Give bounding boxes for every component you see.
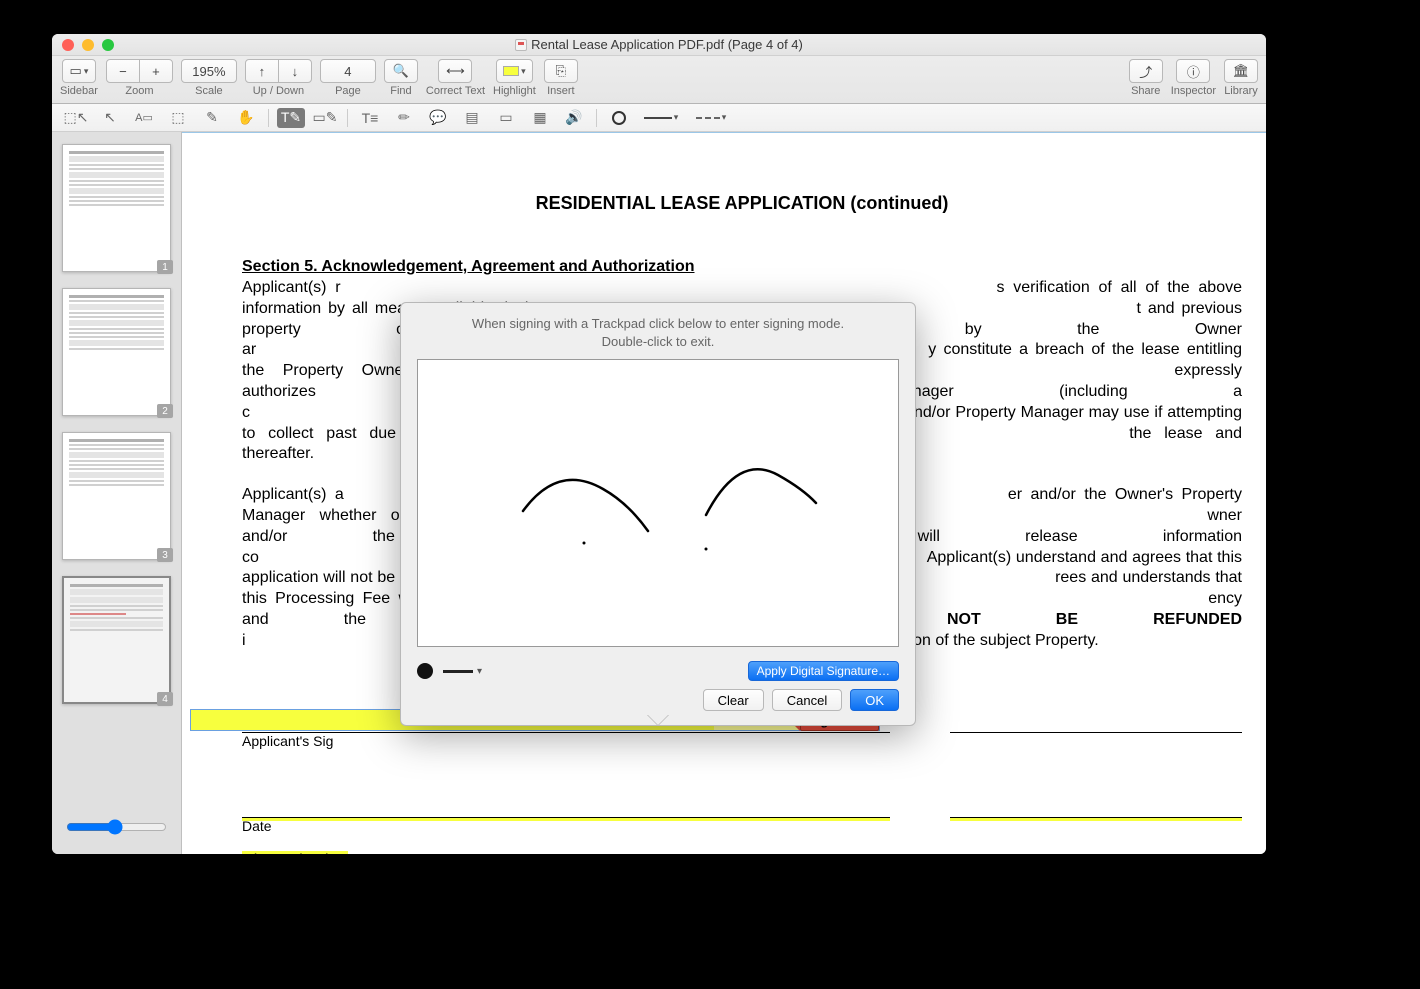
document-heading: RESIDENTIAL LEASE APPLICATION (continued… bbox=[242, 193, 1242, 214]
insert-button[interactable]: ⎘ bbox=[544, 59, 578, 83]
thumbnail-sidebar: 1 2 3 4 bbox=[52, 132, 182, 854]
share-button[interactable]: ⤴ bbox=[1129, 59, 1163, 83]
toolbar-label: Zoom bbox=[125, 85, 153, 97]
scale-field[interactable]: 195% bbox=[181, 59, 237, 83]
page-thumbnail[interactable]: 2 bbox=[62, 288, 171, 416]
page-number-badge: 2 bbox=[157, 404, 173, 418]
section-heading: Section 5. Acknowledgement, Agreement an… bbox=[242, 258, 1242, 276]
toolbar-label: Scale bbox=[195, 85, 223, 97]
comment-tool-icon[interactable]: 💬 bbox=[424, 108, 452, 128]
titlebar: Rental Lease Application PDF.pdf (Page 4… bbox=[52, 34, 1266, 56]
toolbar-label: Sidebar bbox=[60, 85, 98, 97]
correct-text-button[interactable]: ⟷ bbox=[438, 59, 472, 83]
toolbar-label: Share bbox=[1131, 85, 1160, 97]
pen-color-button[interactable] bbox=[417, 663, 433, 679]
signature-tool-icon[interactable]: T✎ bbox=[277, 108, 305, 128]
page-thumbnail-selected[interactable]: 4 bbox=[62, 576, 171, 704]
zoom-out-button[interactable]: − bbox=[106, 59, 140, 83]
page-up-button[interactable]: ↑ bbox=[245, 59, 279, 83]
sound-tool-icon[interactable]: 🔊 bbox=[560, 108, 588, 128]
sidebar-toggle-button[interactable]: ▭▾ bbox=[62, 59, 96, 83]
signature-popover: When signing with a Trackpad click below… bbox=[400, 302, 916, 726]
line-dash-menu[interactable]: ▾ bbox=[689, 108, 733, 128]
pencil-tool-icon[interactable]: ✎ bbox=[198, 108, 226, 128]
page-thumbnail[interactable]: 1 bbox=[62, 144, 171, 272]
link-tool-icon[interactable]: ▭ bbox=[492, 108, 520, 128]
app-window: Rental Lease Application PDF.pdf (Page 4… bbox=[52, 34, 1266, 854]
toolbar-label: Up / Down bbox=[253, 85, 304, 97]
page-number-field[interactable]: 4 bbox=[320, 59, 376, 83]
toolbar-label: Highlight bbox=[493, 85, 536, 97]
clear-button[interactable]: Clear bbox=[703, 689, 764, 711]
main-toolbar: ▭▾ Sidebar − + Zoom 195% Scale ↑ ↓ Up / … bbox=[52, 56, 1266, 104]
page-down-button[interactable]: ↓ bbox=[278, 59, 312, 83]
select-tool-icon[interactable]: ⬚↖ bbox=[62, 108, 90, 128]
pan-tool-icon[interactable]: ✋ bbox=[232, 108, 260, 128]
apply-digital-signature-button[interactable]: Apply Digital Signature… bbox=[748, 661, 899, 681]
signature-label: Applicant's Sig bbox=[242, 733, 890, 749]
close-window-button[interactable] bbox=[62, 39, 74, 51]
find-button[interactable]: 🔍 bbox=[384, 59, 418, 83]
minimize-window-button[interactable] bbox=[82, 39, 94, 51]
thumbnail-size-slider[interactable] bbox=[66, 819, 167, 835]
toolbar-label: Correct Text bbox=[426, 85, 485, 97]
marker-tool-icon[interactable]: ✏ bbox=[390, 108, 418, 128]
toolbar-label: Find bbox=[390, 85, 411, 97]
toolbar-label: Insert bbox=[547, 85, 575, 97]
stamp-tool-icon[interactable]: ▭✎ bbox=[311, 108, 339, 128]
library-button[interactable]: 🏛 bbox=[1224, 59, 1258, 83]
note-tool-icon[interactable]: ▤ bbox=[458, 108, 486, 128]
page-thumbnail[interactable]: 3 bbox=[62, 432, 171, 560]
line-style-menu[interactable]: ▾ bbox=[639, 108, 683, 128]
inspector-button[interactable]: ⓘ bbox=[1176, 59, 1210, 83]
crop-tool-icon[interactable]: ⬚ bbox=[164, 108, 192, 128]
toolbar-label: Page bbox=[335, 85, 361, 97]
window-title: Rental Lease Application PDF.pdf (Page 4… bbox=[52, 37, 1266, 52]
body-text: The undersign bbox=[242, 851, 348, 854]
popover-instructions: When signing with a Trackpad click below… bbox=[417, 315, 899, 351]
zoom-in-button[interactable]: + bbox=[139, 59, 173, 83]
ok-button[interactable]: OK bbox=[850, 689, 899, 711]
fullscreen-window-button[interactable] bbox=[102, 39, 114, 51]
shape-circle-icon[interactable] bbox=[605, 108, 633, 128]
pen-thickness-menu[interactable]: ▾ bbox=[443, 666, 482, 677]
page-number-badge: 4 bbox=[157, 692, 173, 706]
page-number-badge: 1 bbox=[157, 260, 173, 274]
highlight-button[interactable]: ▾ bbox=[496, 59, 533, 83]
annotation-toolbar: ⬚↖ ↖ A▭ ⬚ ✎ ✋ T✎ ▭✎ T≡ ✏ 💬 ▤ ▭ ▦ 🔊 ▾ ▾ bbox=[52, 104, 1266, 132]
pdf-document-icon bbox=[515, 39, 527, 51]
text-select-tool-icon[interactable]: A▭ bbox=[130, 108, 158, 128]
attachment-tool-icon[interactable]: ▦ bbox=[526, 108, 554, 128]
signature-drawing-area[interactable] bbox=[417, 359, 899, 647]
toolbar-label: Library bbox=[1224, 85, 1258, 97]
textbox-tool-icon[interactable]: T≡ bbox=[356, 108, 384, 128]
pointer-tool-icon[interactable]: ↖ bbox=[96, 108, 124, 128]
page-number-badge: 3 bbox=[157, 548, 173, 562]
cancel-button[interactable]: Cancel bbox=[772, 689, 842, 711]
toolbar-label: Inspector bbox=[1171, 85, 1216, 97]
